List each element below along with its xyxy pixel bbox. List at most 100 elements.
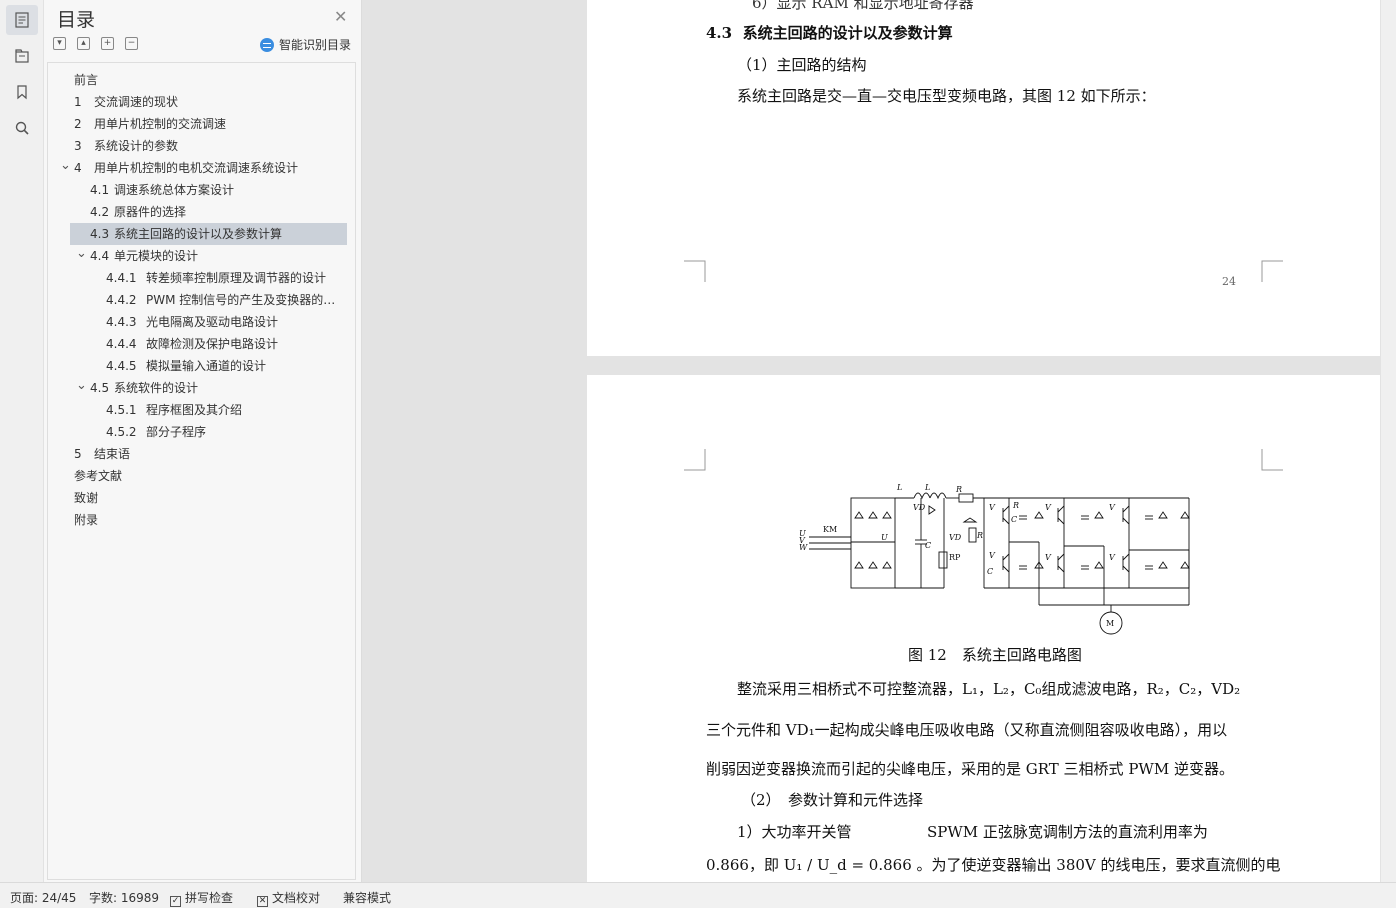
circuit-label: VD xyxy=(913,503,926,512)
heading-number: 4.3 xyxy=(706,24,733,42)
toc-item[interactable]: 4.4.3 光电隔离及驱动电路设计 xyxy=(70,311,347,333)
collapse-all-icon[interactable]: ▾ xyxy=(53,37,66,50)
toc-item[interactable]: 4 用单片机控制的电机交流调速系统设计 xyxy=(70,157,347,179)
toc-item[interactable]: 4.4.5 模拟量输入通道的设计 xyxy=(70,355,347,377)
check-icon: ✓ xyxy=(170,896,181,907)
toc-item-number: 4.2 xyxy=(90,205,110,219)
word-count[interactable]: 字数: 16989 xyxy=(89,889,159,906)
circuit-label: V xyxy=(1109,553,1116,562)
page-24: 6）显示 RAM 和显示地址寄存器 4.3 系统主回路的设计以及参数计算 （1）… xyxy=(587,0,1380,356)
toc-item[interactable]: 4.4.1 转差频率控制原理及调节器的设计 xyxy=(70,267,347,289)
spell-check-button[interactable]: ✓ 拼写检查 xyxy=(170,889,233,907)
page-number: 24 xyxy=(1222,275,1236,288)
nav-pane-icon[interactable] xyxy=(6,41,38,71)
toc-item-label: 系统设计的参数 xyxy=(94,139,179,153)
paragraph-line: 整流采用三相桥式不可控整流器，L₁，L₂，C₀组成滤波电路，R₂，C₂，VD₂ xyxy=(737,680,1241,698)
section-heading: 4.3 系统主回路的设计以及参数计算 xyxy=(706,22,953,43)
bookmark-icon[interactable] xyxy=(6,77,38,107)
remove-heading-icon[interactable]: − xyxy=(125,37,138,50)
toc-item-number: 3 xyxy=(74,139,82,153)
toc-item-label: 用单片机控制的交流调速 xyxy=(94,117,227,131)
toc-item[interactable]: 4.1 调速系统总体方案设计 xyxy=(70,179,347,201)
toc-item[interactable]: 2 用单片机控制的交流调速 xyxy=(70,113,347,135)
circuit-label: V xyxy=(989,503,996,512)
smart-toc-button[interactable]: 智能识别目录 xyxy=(260,36,351,53)
proofread-label: 文档校对 xyxy=(272,891,321,905)
item-text: SPWM 正弦脉宽调制方法的直流利用率为 xyxy=(927,823,1208,841)
circuit-label: V xyxy=(1045,503,1052,512)
toc-item-number: 5 xyxy=(74,447,82,461)
circuit-label: L xyxy=(896,483,902,492)
circuit-label: M xyxy=(1106,619,1114,628)
toc-item-label: 光电隔离及驱动电路设计 xyxy=(146,315,279,329)
circuit-label: KM xyxy=(823,525,837,534)
toc-item[interactable]: 4.4.2 PWM 控制信号的产生及变换器的设计 xyxy=(70,289,347,311)
left-icon-rail xyxy=(0,0,44,882)
proofread-button[interactable]: ✕ 文档校对 xyxy=(257,889,320,907)
toc-item-number: 4.5.1 xyxy=(106,403,137,417)
toc-list: 前言 1 交流调速的现状 2 用单片机控制的交流调速 3 系统设计的参数 4 用单片机控制的电机… xyxy=(47,62,356,880)
toc-item-label: 故障检测及保护电路设计 xyxy=(146,337,279,351)
toc-item-label: 单元模块的设计 xyxy=(114,249,199,263)
toc-item-number: 4.5.2 xyxy=(106,425,137,439)
circuit-label: VD xyxy=(949,533,962,542)
toc-item-label: 系统主回路的设计以及参数计算 xyxy=(114,227,283,241)
crop-mark xyxy=(1261,449,1283,471)
toc-item[interactable]: 1 交流调速的现状 xyxy=(70,91,347,113)
search-icon[interactable] xyxy=(6,113,38,143)
add-heading-icon[interactable]: + xyxy=(101,37,114,50)
toc-item[interactable]: 参考文献 xyxy=(70,465,347,487)
page-25: U V W KM U L L R VD C VD RP R C V R C V … xyxy=(587,375,1380,895)
toc-item-label: 部分子程序 xyxy=(146,425,207,439)
chevron-down-icon[interactable]: ⌄ xyxy=(60,158,71,173)
expand-up-icon[interactable]: ▴ xyxy=(77,37,90,50)
toc-item[interactable]: 5 结束语 xyxy=(70,443,347,465)
circuit-label: R xyxy=(976,531,983,540)
toc-item[interactable]: 4.5.1 程序框图及其介绍 xyxy=(70,399,347,421)
outline-icon[interactable] xyxy=(6,5,38,35)
circuit-label: U xyxy=(881,533,888,542)
toc-item[interactable]: 4.3 系统主回路的设计以及参数计算 xyxy=(70,223,347,245)
chevron-down-icon[interactable]: ⌄ xyxy=(76,378,87,393)
compat-mode[interactable]: 兼容模式 xyxy=(343,889,391,906)
toc-item[interactable]: 致谢 xyxy=(70,487,347,509)
paragraph-line: 三个元件和 VD₁一起构成尖峰电压吸收电路（又称直流侧阻容吸收电路），用以 xyxy=(706,721,1228,739)
crop-mark xyxy=(684,449,706,471)
vertical-scrollbar[interactable] xyxy=(1381,0,1396,882)
close-icon[interactable]: ✕ xyxy=(334,7,347,26)
circuit-label: C xyxy=(987,567,993,576)
toc-item-number: 4.4.5 xyxy=(106,359,137,373)
toc-item[interactable]: 4.2 原器件的选择 xyxy=(70,201,347,223)
toc-item-label: 参考文献 xyxy=(74,469,123,483)
subheading-params: （2） 参数计算和元件选择 xyxy=(741,791,924,809)
circuit-label: R xyxy=(1012,501,1019,510)
toc-item-number: 4.1 xyxy=(90,183,110,197)
document-area: 6）显示 RAM 和显示地址寄存器 4.3 系统主回路的设计以及参数计算 （1）… xyxy=(362,0,1396,895)
circuit-label: V xyxy=(1045,553,1052,562)
page-indicator[interactable]: 页面: 24/45 xyxy=(10,889,76,906)
toc-item[interactable]: 4.5.2 部分子程序 xyxy=(70,421,347,443)
circuit-label: W xyxy=(799,543,808,552)
toc-item-label: 程序框图及其介绍 xyxy=(146,403,243,417)
status-bar: 页面: 24/45 字数: 16989 ✓ 拼写检查 ✕ 文档校对 兼容模式 xyxy=(0,882,1396,908)
toc-item[interactable]: 前言 xyxy=(70,69,347,91)
toc-item[interactable]: 4.4 单元模块的设计 xyxy=(70,245,347,267)
toc-item-number: 4.4.3 xyxy=(106,315,137,329)
clipped-text: 6）显示 RAM 和显示地址寄存器 xyxy=(752,0,974,12)
toc-item-label: 模拟量输入通道的设计 xyxy=(146,359,267,373)
circuit-label: V xyxy=(989,551,996,560)
toc-item-label: 前言 xyxy=(74,73,99,87)
toc-item-label: 结束语 xyxy=(94,447,131,461)
circuit-label: C xyxy=(925,541,931,550)
toc-item-label: 转差频率控制原理及调节器的设计 xyxy=(146,271,327,285)
toc-item[interactable]: 3 系统设计的参数 xyxy=(70,135,347,157)
circuit-label: L xyxy=(924,483,930,492)
toc-item[interactable]: 4.5 系统软件的设计 xyxy=(70,377,347,399)
toc-item-number: 4.3 xyxy=(90,227,110,241)
toc-item[interactable]: 附录 xyxy=(70,509,347,531)
toc-item[interactable]: 4.4.4 故障检测及保护电路设计 xyxy=(70,333,347,355)
toc-item-label: 系统软件的设计 xyxy=(114,381,199,395)
chevron-down-icon[interactable]: ⌄ xyxy=(76,246,87,261)
toc-item-number: 4.4.1 xyxy=(106,271,137,285)
circuit-label: RP xyxy=(949,553,961,562)
